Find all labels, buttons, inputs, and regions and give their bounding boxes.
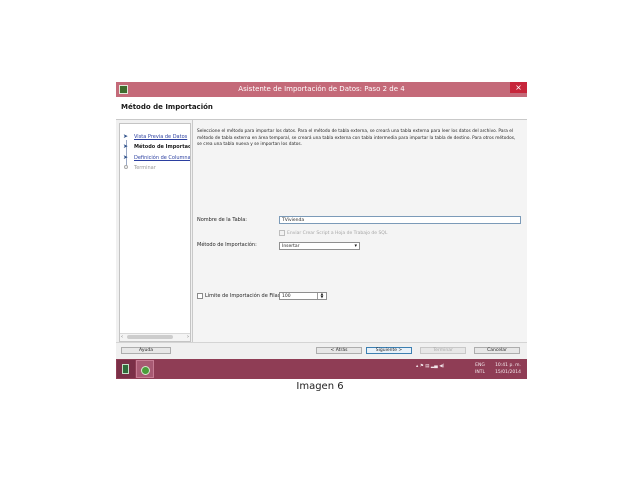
input-language[interactable]: ENG INTL — [475, 362, 485, 376]
next-button[interactable]: Siguiente > — [366, 347, 412, 354]
tray-icons[interactable]: ▴ ⚑ ▤ ▂▄ ◀) — [416, 364, 444, 369]
taskbar: ▴ ⚑ ▤ ▂▄ ◀) ENG INTL 10:41 p. m. 15/01/2… — [116, 359, 527, 379]
scroll-thumb[interactable] — [127, 335, 173, 339]
title-bar: Asistente de Importación de Datos: Paso … — [116, 82, 527, 97]
clock-date: 15/01/2014 — [495, 370, 521, 375]
sql-developer-icon — [122, 364, 129, 374]
limit-value: 100 — [282, 294, 291, 299]
send-sql-label: Enviar Crear Script a Hoja de Trabajo de… — [287, 231, 388, 236]
step-vista-previa[interactable]: Vista Previa de Datos — [134, 134, 187, 140]
method-select[interactable]: Insertar ▾ — [279, 242, 360, 250]
step-arrow-icon: ➤ — [123, 154, 129, 161]
wizard-header: Método de Importación — [116, 97, 527, 120]
help-button[interactable]: Ayuda — [121, 347, 171, 354]
window-title: Asistente de Importación de Datos: Paso … — [238, 85, 405, 93]
close-button[interactable]: × — [510, 82, 527, 93]
screenshot: Asistente de Importación de Datos: Paso … — [116, 82, 527, 379]
table-name-label: Nombre de la Tabla: — [197, 217, 247, 223]
scroll-left-icon[interactable]: ‹ — [121, 334, 123, 341]
step-arrow-icon: ➤ — [123, 133, 129, 140]
table-name-input[interactable]: TVivienda — [279, 216, 521, 224]
step-dot-icon — [124, 165, 128, 169]
button-row: Ayuda < Atrás Siguiente > Terminar Cance… — [116, 342, 527, 358]
page-title: Método de Importación — [121, 103, 213, 111]
table-name-value: TVivienda — [282, 218, 305, 223]
clock-time: 10:41 p. m. — [495, 363, 521, 368]
limit-label: Límite de Importación de Filas: — [205, 293, 282, 299]
taskbar-app-oracle[interactable] — [117, 360, 135, 378]
step-metodo: Método de Importac — [134, 144, 191, 150]
send-sql-checkbox[interactable] — [279, 230, 285, 236]
app-running-icon — [141, 366, 150, 375]
scroll-right-icon[interactable]: › — [187, 334, 189, 341]
description-text: Seleccione el método para importar los d… — [197, 129, 516, 147]
clock[interactable]: 10:41 p. m. 15/01/2014 — [495, 362, 521, 376]
method-value: Insertar — [282, 244, 300, 249]
finish-button[interactable]: Terminar — [420, 347, 466, 354]
limit-checkbox[interactable] — [197, 293, 203, 299]
figure-caption: Imagen 6 — [296, 381, 344, 392]
main-pane: Seleccione el método para importar los d… — [192, 120, 527, 342]
stepper-buttons[interactable]: ▲ ▼ — [317, 292, 326, 299]
stepper-down-icon[interactable]: ▼ — [318, 295, 326, 299]
horizontal-scrollbar[interactable]: ‹ › — [120, 333, 190, 341]
step-definicion[interactable]: Definición de Columna — [134, 155, 190, 161]
back-button[interactable]: < Atrás — [316, 347, 362, 354]
limit-stepper[interactable]: 100 ▲ ▼ — [279, 292, 327, 300]
step-terminar: Terminar — [134, 165, 156, 171]
chevron-down-icon[interactable]: ▾ — [354, 244, 357, 249]
steps-pane: ➤ Vista Previa de Datos ➤ Método de Impo… — [119, 123, 191, 342]
cancel-button[interactable]: Cancelar — [474, 347, 520, 354]
lang-top: ENG — [475, 363, 485, 368]
method-label: Método de Importación: — [197, 242, 257, 248]
lang-bottom: INTL — [475, 370, 485, 375]
step-arrow-icon: ➤ — [123, 143, 129, 150]
taskbar-app-active[interactable] — [136, 360, 154, 378]
